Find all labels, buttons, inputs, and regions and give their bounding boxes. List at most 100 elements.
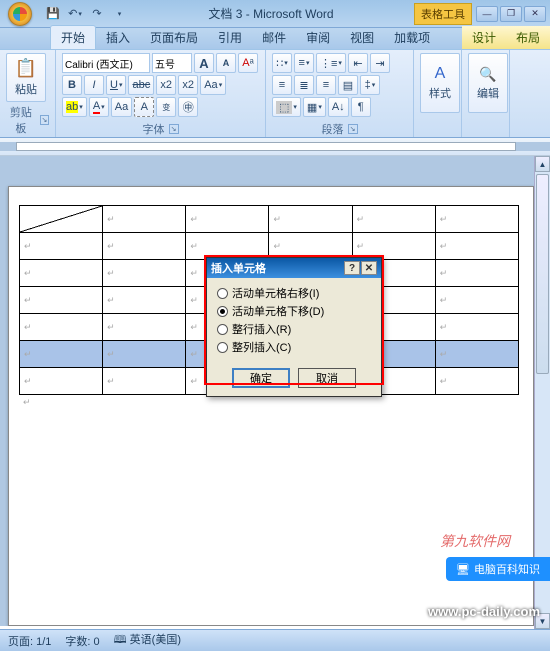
font-dialog-launcher[interactable]: ↘ [169, 124, 179, 134]
save-icon[interactable]: 💾 [44, 5, 62, 23]
table-cell[interactable]: ↵ [435, 206, 518, 233]
tab-home[interactable]: 开始 [50, 25, 96, 49]
table-cell-diagonal[interactable] [20, 206, 103, 233]
table-cell[interactable]: ↵ [103, 341, 186, 368]
status-page[interactable]: 页面: 1/1 [8, 633, 51, 649]
editing-button[interactable]: 🔍 编辑 [468, 53, 508, 113]
increase-indent-button[interactable]: ⇥ [370, 53, 390, 73]
table-cell[interactable]: ↵ [103, 260, 186, 287]
table-cell[interactable]: ↵ [20, 233, 103, 260]
table-cell[interactable]: ↵ [435, 314, 518, 341]
close-button[interactable]: ✕ [524, 6, 546, 22]
status-language[interactable]: 🕮 英语(美国) [114, 631, 181, 650]
numbering-button[interactable]: ≡▾ [294, 53, 314, 73]
tab-table-layout[interactable]: 布局 [506, 26, 550, 49]
table-cell[interactable]: ↵ [20, 287, 103, 314]
change-case-button[interactable]: Aa▾ [200, 75, 226, 95]
table-cell[interactable]: ↵ [103, 368, 186, 395]
paste-button[interactable]: 📋 粘贴 [6, 53, 46, 102]
redo-icon[interactable]: ↷ [88, 5, 106, 23]
cancel-button[interactable]: 取消 [298, 368, 356, 388]
clipboard-dialog-launcher[interactable]: ↘ [40, 115, 49, 125]
restore-button[interactable]: ❐ [500, 6, 522, 22]
qat-customize-icon[interactable]: ▾ [110, 5, 128, 23]
tab-table-design[interactable]: 设计 [462, 26, 506, 49]
scroll-thumb[interactable] [536, 174, 549, 374]
subscript-button[interactable]: x2 [156, 75, 176, 95]
ok-button[interactable]: 确定 [232, 368, 290, 388]
table-cell[interactable]: ↵ [269, 233, 352, 260]
line-spacing-button[interactable]: ‡▾ [360, 75, 380, 95]
tab-addins[interactable]: 加载项 [384, 26, 440, 49]
dialog-help-button[interactable]: ? [344, 261, 360, 275]
status-words[interactable]: 字数: 0 [65, 633, 99, 649]
dialog-titlebar[interactable]: 插入单元格 ? ✕ [207, 258, 381, 278]
table-cell[interactable]: ↵ [20, 314, 103, 341]
italic-button[interactable]: I [84, 75, 104, 95]
tab-mailings[interactable]: 邮件 [252, 26, 296, 49]
table-cell[interactable]: ↵ [103, 314, 186, 341]
paragraph-dialog-launcher[interactable]: ↘ [348, 124, 358, 134]
table-cell[interactable]: ↵ [103, 206, 186, 233]
table-cell[interactable]: ↵ [103, 287, 186, 314]
show-marks-button[interactable]: ¶ [351, 97, 371, 117]
strikethrough-button[interactable]: abc [128, 75, 154, 95]
font-color-button[interactable]: A▾ [89, 97, 109, 117]
char-border-button[interactable]: A [134, 97, 154, 117]
align-right-button[interactable]: ≡ [316, 75, 336, 95]
radio-shift-right[interactable]: 活动单元格右移(I) [217, 284, 371, 302]
phonetic-guide-button[interactable]: 变 [156, 97, 176, 117]
char-shading-button[interactable]: Aa [111, 97, 132, 117]
align-center-button[interactable]: ≣ [294, 75, 314, 95]
insert-cells-dialog: 插入单元格 ? ✕ 活动单元格右移(I) 活动单元格下移(D) 整行插入(R) … [206, 257, 382, 397]
table-cell[interactable]: ↵ [352, 206, 435, 233]
shading-button[interactable]: ⬚▾ [272, 97, 301, 117]
table-cell[interactable]: ↵ [435, 368, 518, 395]
radio-insert-row[interactable]: 整行插入(R) [217, 320, 371, 338]
bullets-button[interactable]: ∷▾ [272, 53, 292, 73]
decrease-indent-button[interactable]: ⇤ [348, 53, 368, 73]
tab-insert[interactable]: 插入 [96, 26, 140, 49]
office-button[interactable] [0, 0, 40, 28]
sort-button[interactable]: A↓ [328, 97, 349, 117]
table-cell[interactable]: ↵ [20, 368, 103, 395]
highlight-button[interactable]: ab▾ [62, 97, 87, 117]
radio-shift-down[interactable]: 活动单元格下移(D) [217, 302, 371, 320]
tab-review[interactable]: 审阅 [296, 26, 340, 49]
table-cell[interactable]: ↵ [186, 233, 269, 260]
table-cell[interactable]: ↵ [435, 233, 518, 260]
tab-references[interactable]: 引用 [208, 26, 252, 49]
scroll-up-icon[interactable]: ▲ [535, 156, 550, 172]
justify-button[interactable]: ▤ [338, 75, 358, 95]
table-cell[interactable]: ↵ [352, 233, 435, 260]
multilevel-list-button[interactable]: ⋮≡▾ [316, 53, 346, 73]
table-cell[interactable]: ↵ [20, 341, 103, 368]
borders-button[interactable]: ▦▾ [303, 97, 326, 117]
radio-insert-col[interactable]: 整列插入(C) [217, 338, 371, 356]
table-cell[interactable]: ↵ [435, 287, 518, 314]
undo-icon[interactable]: ↶▾ [66, 5, 84, 23]
grow-font-button[interactable]: A [194, 53, 214, 73]
styles-button[interactable]: A 样式 [420, 53, 460, 113]
table-cell[interactable]: ↵ [20, 260, 103, 287]
clear-formatting-button[interactable]: Aᵃ [238, 53, 258, 73]
table-cell[interactable]: ↵ [269, 206, 352, 233]
superscript-button[interactable]: x2 [178, 75, 198, 95]
bold-button[interactable]: B [62, 75, 82, 95]
minimize-button[interactable]: — [476, 6, 498, 22]
table-cell[interactable]: ↵ [435, 341, 518, 368]
tab-view[interactable]: 视图 [340, 26, 384, 49]
underline-button[interactable]: U▾ [106, 75, 126, 95]
shrink-font-button[interactable]: A [216, 53, 236, 73]
radio-icon [217, 306, 228, 317]
align-left-button[interactable]: ≡ [272, 75, 292, 95]
font-size-select[interactable]: 五号 [152, 53, 192, 73]
enclose-char-button[interactable]: ㊥ [178, 97, 198, 117]
font-family-select[interactable]: Calibri (西文正) [62, 53, 150, 73]
horizontal-ruler[interactable] [0, 138, 550, 156]
dialog-close-button[interactable]: ✕ [361, 261, 377, 275]
table-cell[interactable]: ↵ [103, 233, 186, 260]
table-cell[interactable]: ↵ [186, 206, 269, 233]
tab-page-layout[interactable]: 页面布局 [140, 26, 208, 49]
table-cell[interactable]: ↵ [435, 260, 518, 287]
